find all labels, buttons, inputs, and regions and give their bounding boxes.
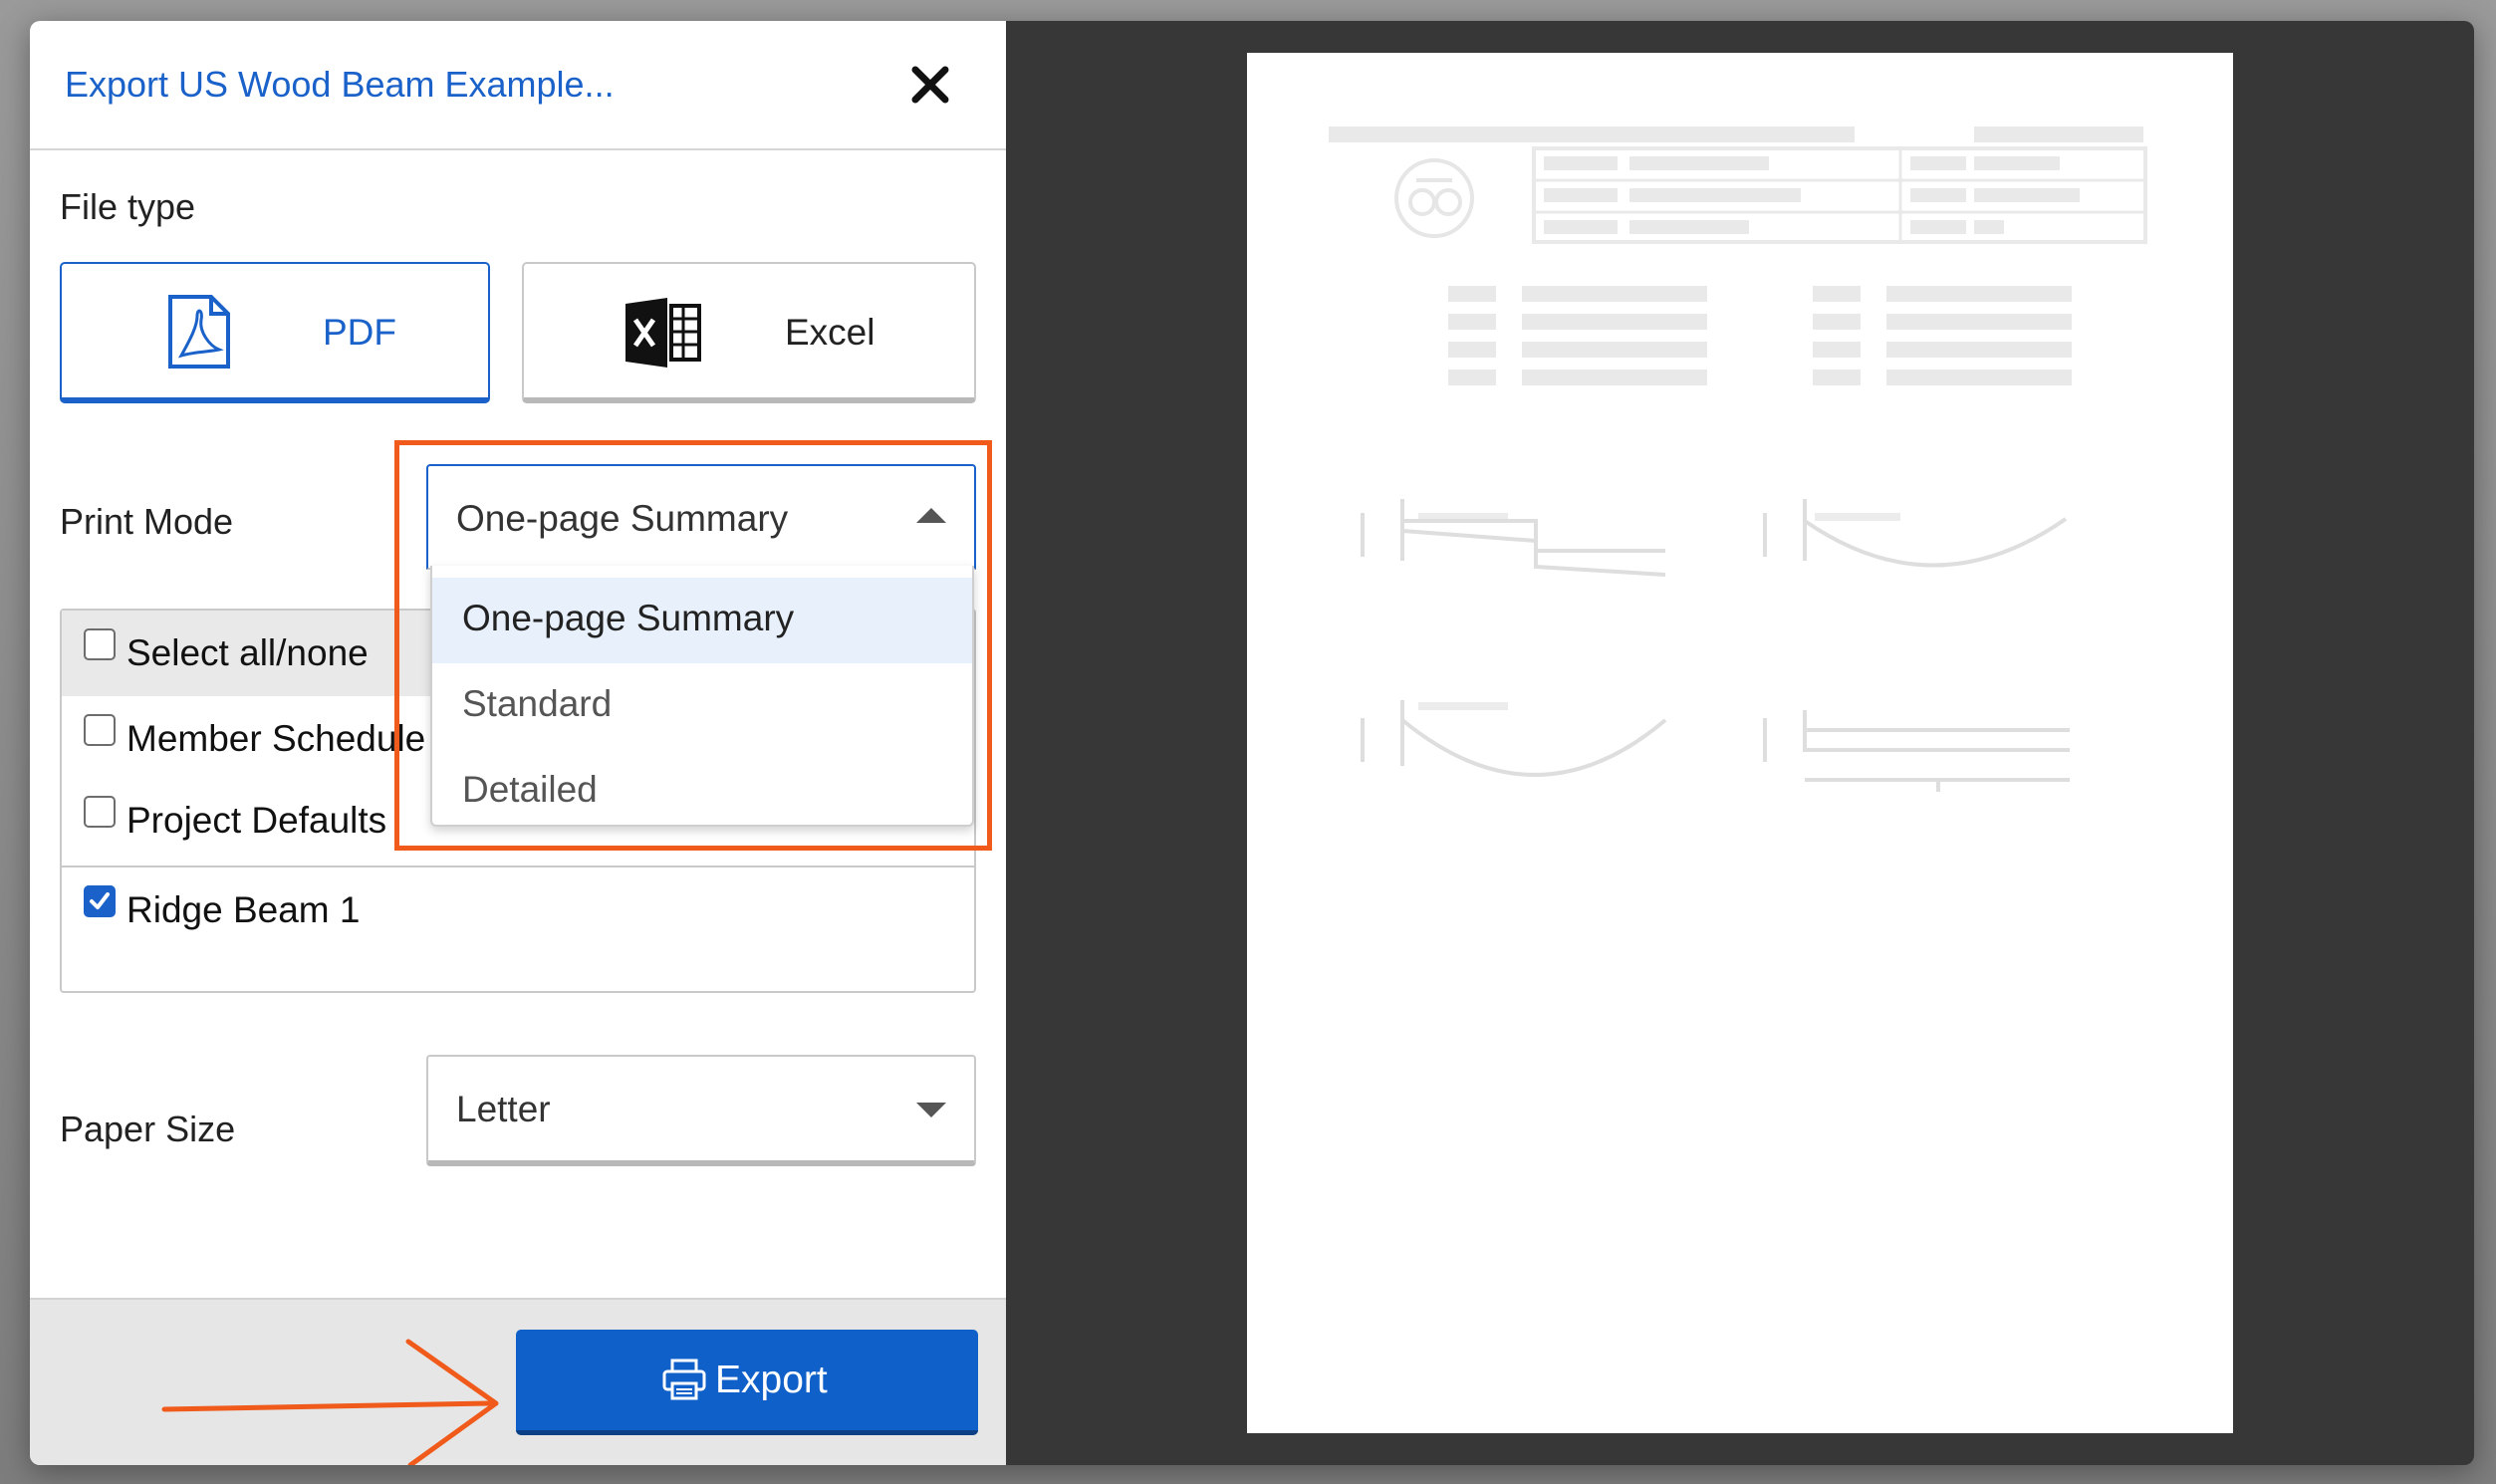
pdf-file-type-button[interactable]: PDF <box>60 262 490 403</box>
export-button[interactable]: Export <box>516 1330 978 1435</box>
excel-label: Excel <box>785 312 875 353</box>
annotation-highlight-box <box>394 440 992 851</box>
member-schedule-checkbox[interactable] <box>84 714 116 746</box>
chevron-down-icon <box>916 1103 946 1117</box>
paper-size-value: Letter <box>456 1089 551 1129</box>
close-icon[interactable] <box>908 63 952 107</box>
member-schedule-label: Member Schedule <box>126 718 426 759</box>
pdf-label: PDF <box>323 312 396 353</box>
ridge-beam-1-label: Ridge Beam 1 <box>126 889 361 930</box>
paper-size-label: Paper Size <box>60 1109 236 1149</box>
export-options-panel: Export US Wood Beam Example... File type… <box>30 21 1006 1465</box>
export-modal: Export US Wood Beam Example... File type… <box>30 21 2474 1465</box>
project-defaults-label: Project Defaults <box>126 800 387 841</box>
dialog-header: Export US Wood Beam Example... <box>30 21 1006 150</box>
paper-size-select[interactable]: Letter <box>426 1055 976 1166</box>
select-all-checkbox[interactable] <box>84 628 116 660</box>
export-button-label: Export <box>715 1359 828 1401</box>
excel-file-icon <box>625 298 701 368</box>
report-thumbnail-icon <box>1329 126 2147 792</box>
excel-file-type-button[interactable]: Excel <box>522 262 976 403</box>
annotation-arrow-icon <box>161 1339 499 1465</box>
list-item-ridge-beam-1[interactable]: Ridge Beam 1 <box>62 871 974 957</box>
project-defaults-checkbox[interactable] <box>84 796 116 828</box>
file-type-label: File type <box>60 186 196 227</box>
document-preview-page <box>1247 53 2233 1433</box>
checkmark-icon <box>90 892 110 909</box>
dialog-title: Export US Wood Beam Example... <box>65 64 615 105</box>
pdf-file-icon <box>168 295 230 369</box>
print-mode-label: Print Mode <box>60 501 234 542</box>
list-divider <box>62 866 974 867</box>
select-all-label: Select all/none <box>126 632 369 673</box>
printer-icon <box>662 1359 706 1400</box>
ridge-beam-1-checkbox[interactable] <box>84 885 116 917</box>
